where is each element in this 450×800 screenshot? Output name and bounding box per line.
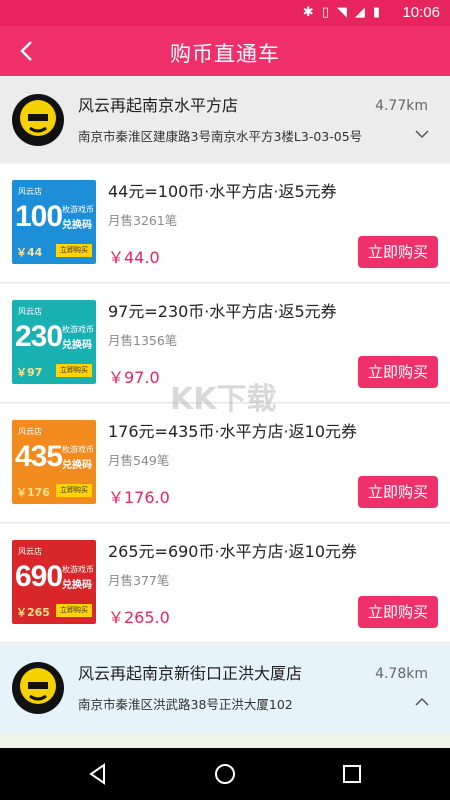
status-time: 10:06 <box>402 4 440 21</box>
thumb-coin-count: 435 <box>15 440 63 473</box>
buy-now-button[interactable]: 立即购买 <box>358 236 438 268</box>
nav-home-icon[interactable] <box>213 762 237 786</box>
status-bar: ✱ ▯ ◥ ◢ ▮ 10:06 <box>0 0 450 26</box>
product-image: 风云店 230 枚游戏币 兑换码 ￥97 立即购买 <box>12 300 96 384</box>
vibrate-icon: ▯ <box>321 5 329 20</box>
store-name: 风云再起南京新街口正洪大厦店 <box>78 664 303 683</box>
thumb-coin-count: 100 <box>15 200 63 233</box>
thumb-buy-label: 立即购买 <box>56 364 92 377</box>
thumb-buy-label: 立即购买 <box>56 484 92 497</box>
product-price: ￥176.0 <box>108 488 170 507</box>
thumb-price: ￥44 <box>16 246 43 259</box>
battery-icon: ▮ <box>372 5 380 20</box>
status-icons: ✱ ▯ ◥ ◢ ▮ <box>303 5 380 21</box>
bluetooth-icon: ✱ <box>302 5 314 20</box>
thumb-buy-label: 立即购买 <box>56 244 92 257</box>
thumb-price: ￥176 <box>16 486 50 499</box>
app-bar: 购币直通车 <box>0 26 450 76</box>
thumb-subtitle: 枚游戏币 <box>62 205 94 214</box>
thumb-brand: 风云店 <box>18 427 42 436</box>
store-distance: 4.77km <box>375 98 428 114</box>
product-price: ￥44.0 <box>108 248 160 267</box>
product-title: 97元=230币·水平方店·返5元券 <box>108 302 337 321</box>
thumb-brand: 风云店 <box>18 187 42 196</box>
product-price: ￥97.0 <box>108 368 160 387</box>
product-title: 44元=100币·水平方店·返5元券 <box>108 182 337 201</box>
product-price: ￥265.0 <box>108 608 170 627</box>
store-name: 风云再起南京水平方店 <box>78 96 239 115</box>
nav-recents-icon[interactable] <box>340 762 364 786</box>
store-logo-icon <box>12 662 64 714</box>
wifi-icon: ◥ <box>336 5 347 20</box>
product-sales: 月售1356笔 <box>108 333 178 348</box>
product-sales: 月售549笔 <box>108 453 170 468</box>
thumb-price: ￥97 <box>16 366 43 379</box>
thumb-code-label: 兑换码 <box>62 220 92 231</box>
thumb-coin-count: 690 <box>15 560 63 593</box>
thumb-brand: 风云店 <box>18 547 42 556</box>
product-image: 风云店 690 枚游戏币 兑换码 ￥265 立即购买 <box>12 540 96 624</box>
store-distance: 4.78km <box>375 666 428 682</box>
thumb-subtitle: 枚游戏币 <box>62 325 94 334</box>
chevron-up-icon[interactable] <box>414 694 430 710</box>
nav-back-icon[interactable] <box>86 762 110 786</box>
watermark: KK下载 <box>170 382 277 417</box>
buy-now-button[interactable]: 立即购买 <box>358 476 438 508</box>
product-title: 265元=690币·水平方店·返10元券 <box>108 542 358 561</box>
product-image: 风云店 100 枚游戏币 兑换码 ￥44 立即购买 <box>12 180 96 264</box>
thumb-subtitle: 枚游戏币 <box>62 565 94 574</box>
product-sales: 月售377笔 <box>108 573 170 588</box>
thumb-code-label: 兑换码 <box>62 340 92 351</box>
product-item[interactable]: 风云店 100 枚游戏币 兑换码 ￥44 立即购买 44元=100币·水平方店·… <box>0 164 450 283</box>
thumb-code-label: 兑换码 <box>62 460 92 471</box>
store-address: 南京市秦淮区建康路3号南京水平方3楼L3-03-05号 <box>78 129 363 144</box>
product-item[interactable]: 风云店 690 枚游戏币 兑换码 ￥265 立即购买 265元=690币·水平方… <box>0 524 450 643</box>
store-header[interactable]: 风云再起南京新街口正洪大厦店 4.78km 南京市秦淮区洪武路38号正洪大厦10… <box>0 646 450 734</box>
product-sales: 月售3261笔 <box>108 213 178 228</box>
buy-now-button[interactable]: 立即购买 <box>358 356 438 388</box>
thumb-buy-label: 立即购买 <box>56 604 92 617</box>
thumb-subtitle: 枚游戏币 <box>62 445 94 454</box>
signal-icon: ◢ <box>354 5 365 20</box>
thumb-coin-count: 230 <box>15 320 63 353</box>
chevron-down-icon[interactable] <box>414 126 430 142</box>
product-item[interactable]: 风云店 435 枚游戏币 兑换码 ￥176 立即购买 176元=435币·水平方… <box>0 404 450 523</box>
store-logo-icon <box>12 94 64 146</box>
product-title: 176元=435币·水平方店·返10元券 <box>108 422 358 441</box>
thumb-brand: 风云店 <box>18 307 42 316</box>
list-continuation <box>0 734 450 748</box>
product-image: 风云店 435 枚游戏币 兑换码 ￥176 立即购买 <box>12 420 96 504</box>
thumb-code-label: 兑换码 <box>62 580 92 591</box>
store-address: 南京市秦淮区洪武路38号正洪大厦102 <box>78 697 293 712</box>
page-title: 购币直通车 <box>170 42 280 66</box>
system-nav-bar <box>0 748 450 800</box>
buy-now-button[interactable]: 立即购买 <box>358 596 438 628</box>
thumb-price: ￥265 <box>16 606 50 619</box>
store-header[interactable]: 风云再起南京水平方店 4.77km 南京市秦淮区建康路3号南京水平方3楼L3-0… <box>0 78 450 162</box>
